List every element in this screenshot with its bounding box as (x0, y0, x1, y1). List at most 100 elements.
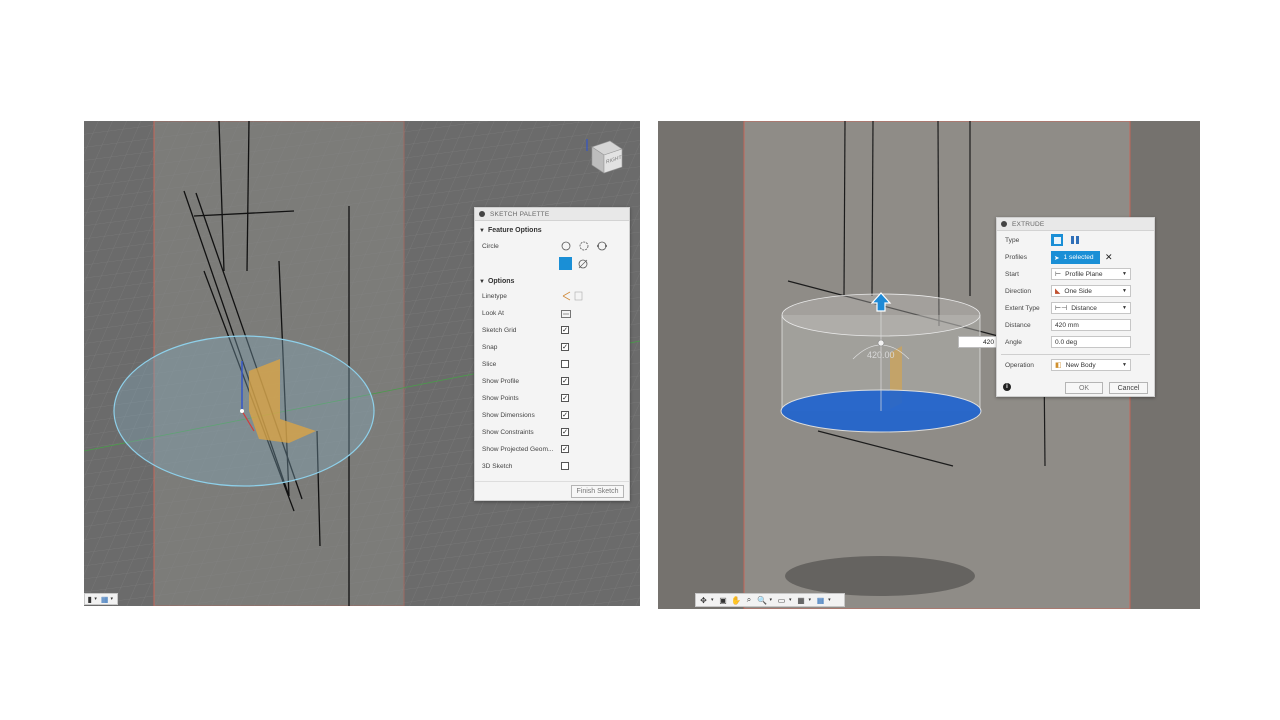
option-row: Sketch Grid ✓ (475, 322, 629, 339)
sketch-palette-title: SKETCH PALETTE (490, 210, 550, 218)
expand-triangle-icon: ▼ (479, 228, 485, 234)
circle-mode-row (475, 255, 629, 273)
extrude-dialog: EXTRUDE Type Profiles ➤ 1 selected ✕ Sta… (996, 217, 1155, 397)
left-view-toolbar: ▮ ▾ ▦ ▾ (84, 593, 118, 605)
profiles-selection[interactable]: ➤ 1 selected (1051, 251, 1100, 264)
angle-label: Angle (1005, 339, 1022, 346)
type-row: Type (997, 233, 1154, 248)
sketch-palette: SKETCH PALETTE ▼ Feature Options Circle ▼… (474, 207, 630, 501)
grid-settings-icon[interactable]: ▦ (101, 594, 109, 605)
view-cube[interactable]: RIGHT (584, 135, 624, 175)
extrude-header[interactable]: EXTRUDE (997, 218, 1154, 231)
start-label: Start (1005, 271, 1019, 278)
center-circle-icon[interactable] (561, 241, 571, 251)
extent-type-label: Extent Type (1005, 305, 1040, 312)
direction-row: Direction ◣ One Side ▼ (997, 284, 1154, 299)
shadow (785, 556, 975, 596)
circle-row: Circle (475, 237, 629, 255)
chevron-down-icon: ▼ (1122, 362, 1127, 368)
feature-options-heading[interactable]: ▼ Feature Options (475, 221, 629, 237)
snap-checkbox[interactable]: ✓ (561, 343, 569, 351)
direction-dropdown[interactable]: ◣ One Side ▼ (1051, 285, 1131, 297)
origin-point (240, 409, 244, 413)
display-settings-icon[interactable]: ▮ (87, 594, 92, 605)
orbit-icon[interactable]: ✥ (698, 595, 709, 606)
divider (1001, 354, 1150, 355)
direction-label: Direction (1005, 288, 1032, 295)
linetype-icon[interactable] (561, 291, 583, 301)
option-label: 3D Sketch (482, 463, 513, 470)
display-settings-icon[interactable]: ▭ (776, 595, 787, 606)
chevron-down-icon: ▼ (1122, 305, 1127, 311)
option-row: Show Dimensions ✓ (475, 407, 629, 424)
slice-checkbox[interactable] (561, 360, 569, 368)
option-label: Snap (482, 344, 498, 351)
show-constraints-checkbox[interactable]: ✓ (561, 428, 569, 436)
3d-sketch-checkbox[interactable] (561, 462, 569, 470)
option-row: Slice (475, 356, 629, 373)
circle-label: Circle (482, 242, 499, 250)
option-row: Show Points ✓ (475, 390, 629, 407)
look-at-icon[interactable] (561, 309, 571, 318)
profiles-row: Profiles ➤ 1 selected ✕ (997, 250, 1154, 265)
show-projected-geometry-checkbox[interactable]: ✓ (561, 445, 569, 453)
circle-type-options (561, 241, 607, 251)
taper-angle-field[interactable]: 0.0 deg (1051, 336, 1131, 348)
two-point-circle-icon[interactable] (579, 241, 589, 251)
show-dimensions-checkbox[interactable]: ✓ (561, 411, 569, 419)
option-row: Show Constraints ✓ (475, 424, 629, 441)
show-points-checkbox[interactable]: ✓ (561, 394, 569, 402)
option-row: 3D Sketch (475, 458, 629, 475)
option-label: Show Dimensions (482, 412, 535, 419)
grid-settings-icon[interactable]: ▦ (796, 595, 807, 606)
zoom-icon[interactable]: ⌕ (744, 595, 755, 606)
cancel-button[interactable]: Cancel (1109, 382, 1148, 394)
viewports-icon[interactable]: ▦ (815, 595, 826, 606)
option-label: Show Projected Geom... (482, 446, 554, 453)
options-heading[interactable]: ▼ Options (475, 273, 629, 288)
operation-dropdown[interactable]: ◧ New Body ▼ (1051, 359, 1131, 371)
option-row: Look At (475, 305, 629, 322)
expand-triangle-icon: ▼ (479, 279, 485, 285)
extent-type-dropdown[interactable]: ⊢⊣ Distance ▼ (1051, 302, 1131, 314)
profiles-label: Profiles (1005, 254, 1027, 261)
zoom-window-icon[interactable]: 🔍 (757, 595, 768, 606)
profile-plane-icon: ⊢ (1055, 271, 1062, 278)
type-label: Type (1005, 237, 1020, 244)
three-point-circle-icon[interactable] (597, 241, 607, 251)
extrude-title: EXTRUDE (1012, 220, 1045, 228)
navigation-toolbar: ✥ ▾ ▣ ✋ ⌕ 🔍 ▾ ▭ ▾ ▦ ▾ ▦ ▾ (695, 593, 845, 607)
option-label: Show Profile (482, 378, 520, 385)
distance-label: Distance (1005, 322, 1031, 329)
sketch-grid-checkbox[interactable]: ✓ (561, 326, 569, 334)
tangent-circle-icon[interactable] (578, 259, 588, 269)
profiles-value: 1 selected (1063, 254, 1094, 261)
ok-button[interactable]: OK (1065, 382, 1103, 394)
option-row: Snap ✓ (475, 339, 629, 356)
extrude-thin-icon[interactable] (1069, 234, 1081, 246)
collapse-icon[interactable] (479, 211, 485, 217)
finish-sketch-button[interactable]: Finish Sketch (571, 485, 624, 498)
option-label: Show Constraints (482, 429, 534, 436)
option-row: Show Projected Geom... ✓ (475, 441, 629, 458)
extrude-solid-icon[interactable] (1051, 234, 1063, 246)
look-at-icon[interactable]: ▣ (718, 595, 729, 606)
pan-icon[interactable]: ✋ (731, 595, 742, 606)
clear-selection-icon[interactable]: ✕ (1105, 252, 1113, 263)
angle-row: Angle 0.0 deg (997, 335, 1154, 350)
distance-row: Distance 420 mm (997, 318, 1154, 333)
show-profile-checkbox[interactable]: ✓ (561, 377, 569, 385)
filled-square-icon[interactable] (559, 257, 572, 270)
chevron-down-icon: ▼ (1122, 288, 1127, 294)
extent-type-row: Extent Type ⊢⊣ Distance ▼ (997, 301, 1154, 316)
option-label: Slice (482, 361, 497, 368)
start-dropdown[interactable]: ⊢ Profile Plane ▼ (1051, 268, 1131, 280)
info-icon[interactable]: i (1003, 383, 1011, 391)
collapse-icon[interactable] (1001, 221, 1007, 227)
options-list: Linetype Look At Sketch Grid ✓ Snap ✓ Sl… (475, 288, 629, 475)
option-label: Look At (482, 310, 504, 317)
distance-field[interactable]: 420 mm (1051, 319, 1131, 331)
option-row: Show Profile ✓ (475, 373, 629, 390)
sketch-palette-header[interactable]: SKETCH PALETTE (475, 208, 629, 221)
sketch-palette-footer: Finish Sketch (475, 481, 629, 500)
